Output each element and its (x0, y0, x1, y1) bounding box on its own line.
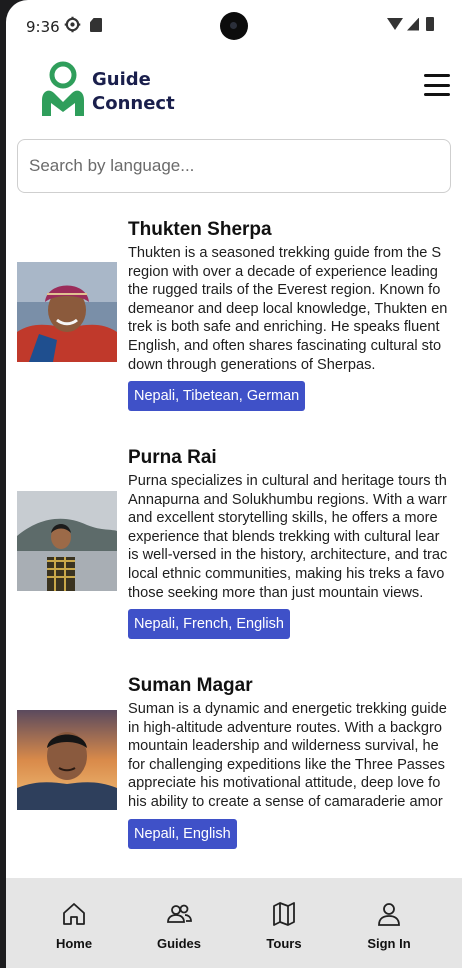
guide-bio-line: the rugged trails of the Everest region.… (128, 282, 441, 299)
guide-portrait-image (17, 710, 117, 810)
guide-bio-line: down through generations of Sherpas. (128, 356, 376, 373)
guide-languages-badge: Nepali, French, English (128, 609, 290, 640)
guide-photo[interactable] (17, 262, 117, 362)
guide-bio: Thukten is a seasoned trekking guide fro… (128, 244, 462, 374)
brand-name-line-1: Guide (92, 69, 151, 90)
guide-bio-line: Purna specializes in cultural and herita… (128, 473, 447, 489)
status-bar: 9:36 (6, 0, 462, 52)
guide-bio: Suman is a dynamic and energetic trekkin… (128, 700, 462, 812)
home-icon (63, 903, 85, 925)
guide-bio-line: and excellent storytelling skills, he of… (128, 510, 438, 527)
users-icon (167, 904, 192, 923)
status-time: 9:36 (26, 18, 60, 36)
guide-bio-line: is well-versed in the history, architect… (128, 547, 448, 564)
guide-name[interactable]: Purna Rai (128, 445, 462, 471)
app-screen: 9:36 Guide Connect Search by language...… (6, 0, 462, 968)
nav-sign-in[interactable]: Sign In (349, 900, 429, 951)
guide-portrait-image (17, 491, 117, 591)
guide-bio-line: trek is both safe and enriching. He spea… (128, 319, 440, 336)
guide-name[interactable]: Suman Magar (128, 673, 462, 699)
guide-bio-line: Annapurna and Solukhumbu regions. With a… (128, 491, 447, 508)
sd-card-icon (90, 18, 102, 32)
nav-home-label: Home (55, 936, 93, 951)
language-search-input[interactable] (17, 139, 451, 193)
hamburger-menu-icon[interactable] (424, 74, 450, 96)
nav-guides-label: Guides (156, 936, 202, 951)
nav-tours[interactable]: Tours (244, 900, 324, 951)
guide-bio-line: in high-altitude adventure routes. With … (128, 719, 442, 736)
guide-bio-line: mountain leadership and wilderness survi… (128, 738, 439, 755)
guide-bio-line: Suman is a dynamic and energetic trekkin… (128, 701, 447, 717)
status-indicators (387, 17, 434, 31)
guide-bio-line: English, and often shares fascinating cu… (128, 337, 442, 354)
battery-icon (426, 17, 434, 31)
guide-bio-line: local ethnic communities, making his tre… (128, 565, 445, 582)
user-icon (378, 903, 400, 926)
app-header: Guide Connect (6, 52, 462, 132)
guide-bio-line: experience that blends trekking with cul… (128, 528, 440, 545)
guide-info: Thukten Sherpa Thukten is a seasoned tre… (128, 217, 462, 412)
brand-name-line-2: Connect (92, 93, 175, 114)
guide-bio-line: his ability to create a sense of camarad… (128, 793, 443, 810)
guide-bio-line: for challenging expeditions like the Thr… (128, 756, 445, 773)
nav-guides[interactable]: Guides (139, 900, 219, 951)
nav-tours-label: Tours (266, 936, 302, 951)
guide-languages-badge: Nepali, English (128, 818, 237, 849)
cellular-signal-icon (407, 17, 419, 31)
guide-bio-line: those seeking more than just mountain vi… (128, 584, 424, 601)
front-camera (220, 12, 248, 40)
guide-photo[interactable] (17, 491, 117, 591)
guide-info: Suman Magar Suman is a dynamic and energ… (128, 673, 462, 849)
settings-gear-icon (64, 16, 81, 33)
guide-bio-line: region with over a decade of experience … (128, 263, 438, 280)
guide-bio-line: Thukten is a seasoned trekking guide fro… (128, 245, 442, 261)
brand-name[interactable]: Guide Connect (92, 68, 175, 116)
guide-bio-line: demeanor and deep local knowledge, Thukt… (128, 300, 448, 317)
guide-name[interactable]: Thukten Sherpa (128, 217, 462, 243)
bottom-navigation: Home Guides Tours Sign In (6, 878, 462, 968)
nav-sign-in-label: Sign In (367, 936, 411, 951)
guide-bio: Purna specializes in cultural and herita… (128, 472, 462, 602)
guide-info: Purna Rai Purna specializes in cultural … (128, 445, 462, 640)
guide-languages-badge: Nepali, Tibetean, German (128, 381, 306, 412)
guide-photo[interactable] (17, 710, 117, 810)
map-icon (273, 902, 295, 926)
guide-connect-logo-icon[interactable] (39, 58, 87, 116)
wifi-icon (387, 18, 403, 30)
guide-bio-line: appreciate his motivational attitude, de… (128, 775, 441, 792)
guide-portrait-image (17, 262, 117, 362)
nav-home[interactable]: Home (34, 900, 114, 951)
